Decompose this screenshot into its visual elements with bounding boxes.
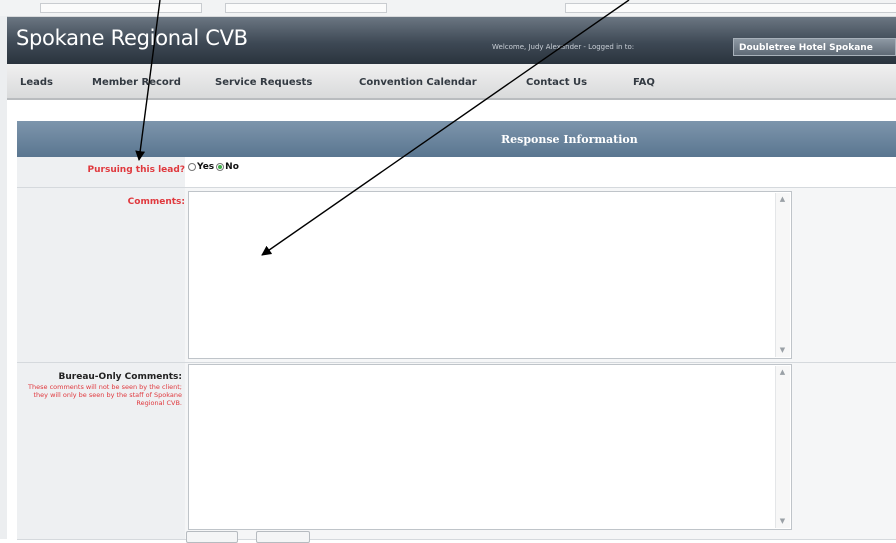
main-nav: Leads Member Record Service Requests Con… <box>7 64 896 100</box>
bureau-scrollbar[interactable]: ▲ ▼ <box>775 366 790 528</box>
top-strip-field <box>225 3 387 13</box>
pursuing-field-cell <box>185 157 896 188</box>
bureau-comments-note: These comments will not be seen by the c… <box>28 383 182 407</box>
bureau-comments-textarea[interactable]: ▲ ▼ <box>188 364 792 530</box>
yes-radio-label[interactable]: Yes <box>197 162 214 172</box>
pursuing-radio-group: Yes No <box>188 160 239 174</box>
bottom-button[interactable] <box>256 531 310 543</box>
no-radio[interactable] <box>216 163 225 171</box>
comments-label-cell: Comments: <box>17 188 185 363</box>
top-strip-field <box>565 3 896 13</box>
browser-top-strip <box>0 0 896 17</box>
comments-scrollbar[interactable]: ▲ ▼ <box>775 193 790 357</box>
nav-item-service-requests[interactable]: Service Requests <box>215 77 312 88</box>
top-strip-field <box>40 3 202 13</box>
scroll-up-icon[interactable]: ▲ <box>777 367 788 378</box>
no-radio-label[interactable]: No <box>225 162 239 172</box>
comments-label: Comments: <box>127 197 185 207</box>
bottom-button[interactable] <box>186 531 238 543</box>
nav-item-faq[interactable]: FAQ <box>633 77 655 88</box>
section-title: Response Information <box>501 133 638 146</box>
nav-item-contact-us[interactable]: Contact Us <box>526 77 587 88</box>
pursuing-label-cell: Pursuing this lead? <box>17 157 185 188</box>
comments-textarea[interactable]: ▲ ▼ <box>188 191 792 359</box>
welcome-text: Welcome, Judy Alexander - Logged in to: <box>492 43 635 51</box>
nav-item-convention-calendar[interactable]: Convention Calendar <box>359 77 477 88</box>
bureau-comments-label: Bureau-Only Comments: <box>58 372 182 382</box>
site-header: Spokane Regional CVB Welcome, Judy Alexa… <box>7 17 896 64</box>
scroll-down-icon[interactable]: ▼ <box>777 345 788 356</box>
pursuing-label: Pursuing this lead? <box>87 165 185 175</box>
scroll-down-icon[interactable]: ▼ <box>777 516 788 527</box>
section-header: Response Information <box>17 121 896 157</box>
site-title: Spokane Regional CVB <box>16 26 248 50</box>
nav-item-member-record[interactable]: Member Record <box>92 77 181 88</box>
hotel-account-button[interactable]: Doubletree Hotel Spokane <box>733 38 896 56</box>
scroll-up-icon[interactable]: ▲ <box>777 194 788 205</box>
yes-radio[interactable] <box>188 163 196 171</box>
nav-item-leads[interactable]: Leads <box>20 77 53 88</box>
